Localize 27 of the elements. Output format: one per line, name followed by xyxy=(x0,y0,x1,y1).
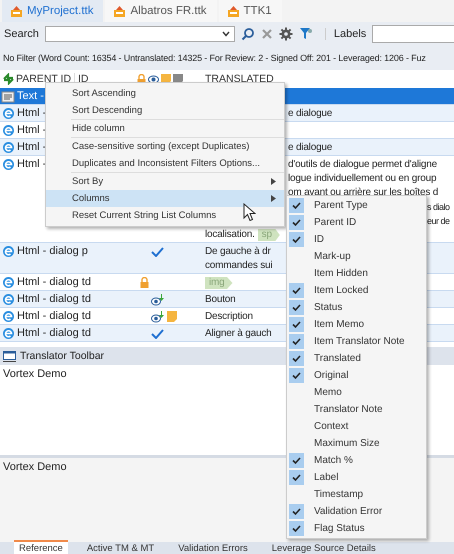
parent-id-cell: Html - dialog td xyxy=(17,293,91,305)
tag-marker: img xyxy=(205,277,233,289)
parent-id-cell: Text - xyxy=(17,90,44,102)
translated-text: De gauche à dr xyxy=(205,245,271,259)
target-text: Vortex Demo xyxy=(3,461,67,473)
translated-text: localisation. xyxy=(205,228,255,242)
translated-text: Description xyxy=(205,310,253,324)
labels-label: Labels xyxy=(324,28,366,40)
parent-id-cell: Html - dialog td xyxy=(17,276,91,288)
translated-text: commandes sui xyxy=(205,259,272,273)
panel-title: Translator Toolbar xyxy=(20,350,104,362)
translated-text: logue individuellement ou en group xyxy=(288,172,436,186)
search-label: Search xyxy=(4,28,39,40)
parent-id-cell: Html - dialog td xyxy=(17,327,91,339)
translated-text: e dialogue xyxy=(288,141,332,155)
parent-id-cell: Html - dialog p xyxy=(17,245,88,257)
translated-text: d'outils de dialogue permet d'aligne xyxy=(288,158,437,172)
filter-status-text: No Filter (Word Count: 16354 - Untranslated: 14325 - For Review: 2 - Signed Off: 201 - Leveraged: 1206 - Fuz xyxy=(3,53,426,63)
tag-marker: sp xyxy=(258,229,280,241)
source-text: Vortex Demo xyxy=(3,368,67,380)
translated-text: Aligner à gauch xyxy=(205,327,272,341)
translated-text: Bouton xyxy=(205,293,236,307)
translated-text: e dialogue xyxy=(288,107,332,121)
parent-id-cell: Html - dialog td xyxy=(17,310,91,322)
translated-text: eur de xyxy=(427,215,450,228)
translated-text: s dialo xyxy=(427,201,450,214)
translated-text: om avant ou arrière sur les boîtes d xyxy=(288,186,438,200)
